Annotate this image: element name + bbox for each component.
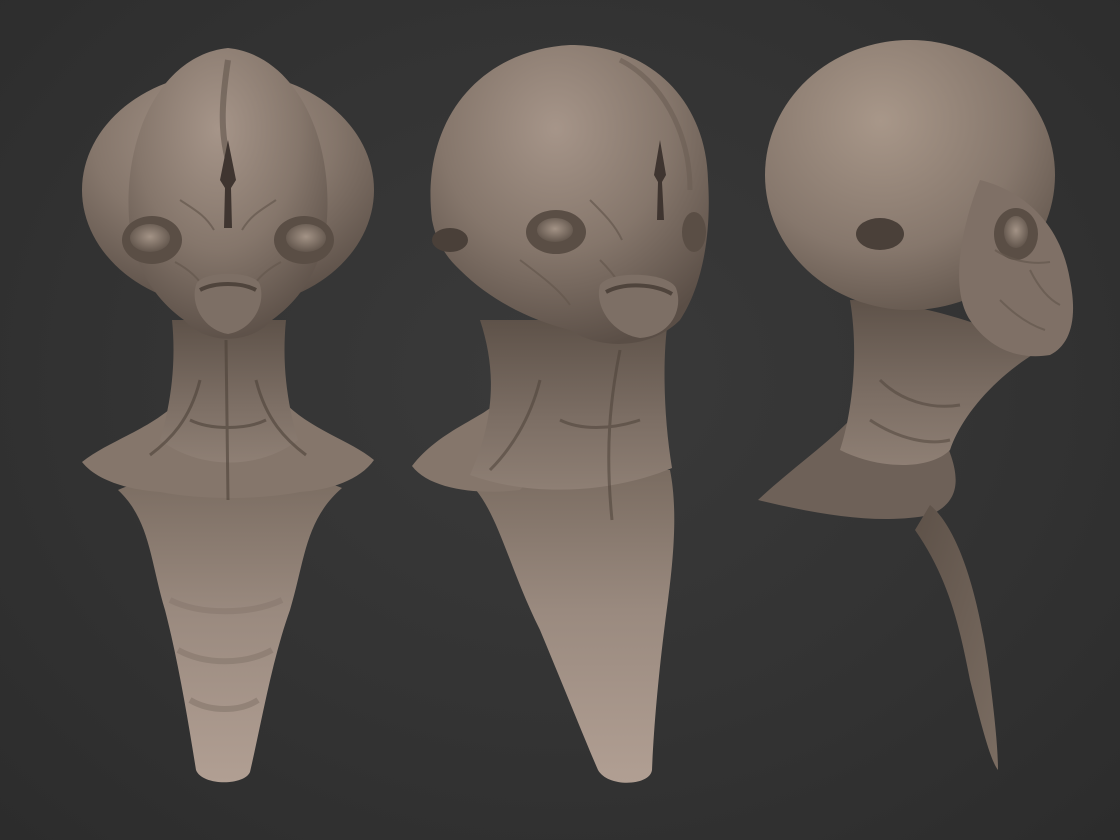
front-neck	[160, 320, 298, 463]
render-canvas	[82, 40, 1074, 783]
alien-bust-front	[82, 48, 374, 783]
tq-eye-left	[537, 218, 573, 242]
front-eye-right	[286, 224, 326, 252]
tq-neck	[470, 320, 672, 490]
tq-chest	[476, 470, 675, 783]
sculpt-viewport[interactable]	[0, 0, 1120, 840]
side-ear	[856, 218, 904, 250]
tq-ear	[432, 228, 468, 252]
alien-bust-three-quarter	[412, 45, 709, 783]
side-eye	[1004, 216, 1028, 248]
front-chest	[118, 474, 342, 783]
alien-bust-side	[758, 40, 1074, 770]
front-eye-left	[130, 224, 170, 252]
side-tail	[915, 505, 998, 770]
